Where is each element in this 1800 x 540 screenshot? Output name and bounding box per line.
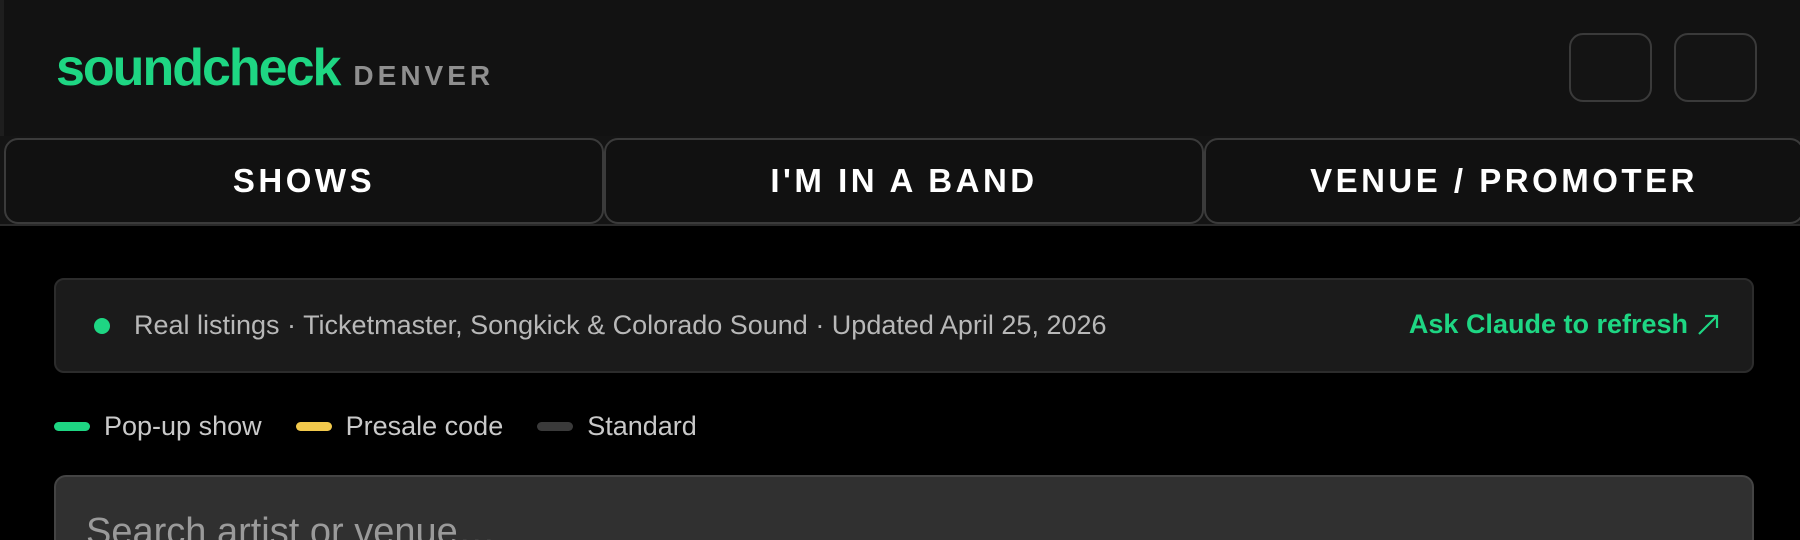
- presale-swatch: [295, 421, 332, 431]
- legend: Pop-up show Presale code Standard: [54, 408, 731, 444]
- arrow-up-right-icon: [1698, 314, 1719, 335]
- brand-name: soundcheck: [56, 39, 341, 97]
- refresh-link[interactable]: Ask Claude to refresh: [1409, 309, 1720, 340]
- main-tabs: SHOWS I'M IN A BAND VENUE / PROMOTER: [0, 136, 1800, 226]
- legend-item-standard: Standard: [537, 411, 697, 442]
- refresh-label: Ask Claude to refresh: [1408, 309, 1688, 339]
- tab-venue-promoter[interactable]: VENUE / PROMOTER: [1204, 138, 1800, 224]
- header-action-button-2[interactable]: [1674, 33, 1757, 102]
- legend-label: Standard: [587, 410, 697, 441]
- listings-status-banner: Real listings · Ticketmaster, Songkick &…: [54, 278, 1754, 373]
- legend-item-presale: Presale code: [295, 410, 504, 442]
- listings-status-text: Real listings · Ticketmaster, Songkick &…: [134, 310, 1107, 340]
- legend-item-popup: Pop-up show: [54, 411, 262, 442]
- logo[interactable]: soundcheck DENVER: [56, 38, 494, 98]
- popup-swatch: [54, 421, 90, 431]
- tab-shows[interactable]: SHOWS: [4, 138, 604, 224]
- app-header: soundcheck DENVER: [0, 0, 1800, 136]
- tab-band[interactable]: I'M IN A BAND: [604, 138, 1204, 224]
- header-action-button-1[interactable]: [1569, 33, 1652, 102]
- legend-label: Presale code: [345, 410, 504, 441]
- standard-swatch: [537, 421, 574, 431]
- search-input[interactable]: [54, 475, 1754, 540]
- status-dot-icon: [94, 318, 110, 334]
- brand-city: DENVER: [353, 60, 495, 91]
- legend-label: Pop-up show: [104, 410, 262, 441]
